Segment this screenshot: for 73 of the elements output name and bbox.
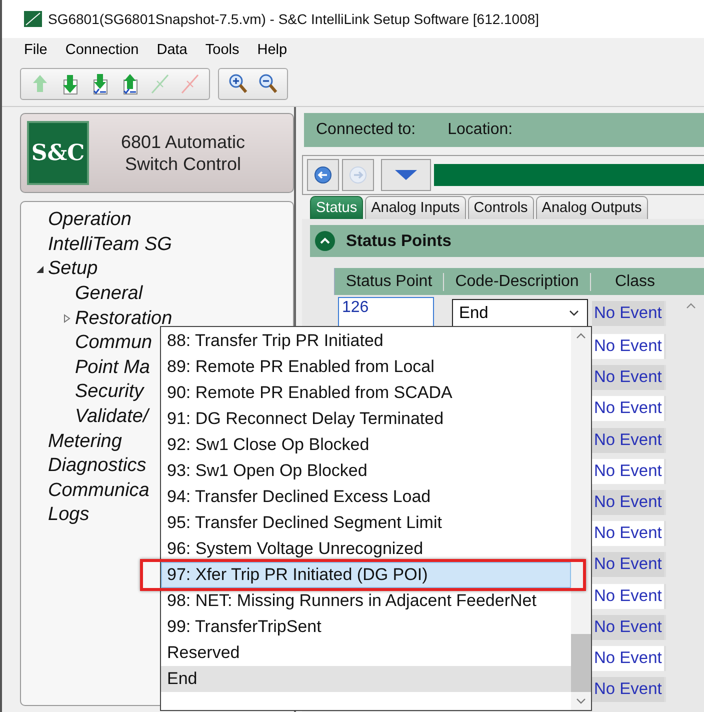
scroll-up-icon[interactable] [576,333,586,339]
code-description-dropdown[interactable]: End [452,299,588,327]
dropdown-option[interactable]: 93: Sw1 Open Op Blocked [161,458,571,484]
class-cell[interactable]: No Event [592,300,666,326]
dropdown-option[interactable]: 96: System Voltage Unrecognized [161,536,571,562]
class-cell[interactable]: No Event [592,614,666,640]
dropdown-option[interactable]: 97: Xfer Trip PR Initiated (DG POI) [161,562,571,588]
nav-item[interactable]: Security [73,381,144,404]
scroll-thumb[interactable] [571,634,591,692]
column-header: Class [614,272,656,290]
nav-item[interactable]: Validate/ [73,406,148,428]
dropdown-option[interactable]: End [161,666,571,692]
nav-item[interactable]: IntelliTeam SG [46,234,172,256]
menu-item[interactable]: Connection [65,42,139,58]
menu-item[interactable]: Tools [205,42,240,58]
collapse-icon[interactable] [314,230,336,252]
section-header[interactable]: Status Points [310,225,704,257]
dropdown-option[interactable]: 92: Sw1 Close Op Blocked [161,432,571,458]
nav-item[interactable]: Point Ma [73,356,150,379]
tab[interactable]: Status [310,196,364,219]
dropdown-option[interactable]: 98: NET: Missing Runners in Adjacent FeederNet [161,588,571,614]
class-cell[interactable]: No Event [592,490,666,516]
menu-item[interactable]: Help [257,42,288,58]
class-cell[interactable]: No Event [592,365,666,390]
triangle-down-icon [394,169,418,181]
dropdown-option[interactable]: 99: TransferTripSent [161,614,571,640]
dropdown-option[interactable]: 88: Transfer Trip PR Initiated [161,328,571,354]
nav-item[interactable]: General [73,283,143,306]
dropdown-option[interactable]: Reserved [161,640,571,666]
column-header: Status Point [335,272,444,290]
company-logo: S&C [27,121,89,185]
scroll-up-icon[interactable] [686,303,696,309]
scrollbar[interactable] [571,327,591,710]
menu-item[interactable]: Data [156,42,188,58]
class-cell[interactable]: No Event [592,584,666,609]
dropdown-option[interactable]: 91: DG Reconnect Delay Terminated [161,406,571,432]
nav-item[interactable]: Setup [46,258,98,280]
app-icon [24,11,42,27]
scroll-down-icon[interactable] [576,698,586,704]
dropdown-option[interactable]: 90: Remote PR Enabled from SCADA [161,380,571,406]
class-cell[interactable]: No Event [592,458,666,484]
tab[interactable]: Analog Inputs [365,196,466,219]
class-cell[interactable]: No Event [592,646,666,671]
nav-item[interactable]: Logs [46,504,90,526]
chevron-icon [569,310,579,316]
nav-item[interactable]: Metering [46,430,122,453]
status-point-field[interactable]: 126 [338,297,434,329]
class-cell[interactable]: No Event [592,677,666,702]
class-cell[interactable]: No Event [592,396,666,422]
nav-item[interactable]: Commun [73,332,152,354]
dropdown-button[interactable] [381,159,431,191]
tab[interactable]: Controls [468,196,534,219]
nav-item[interactable]: Operation [46,209,132,232]
class-cell[interactable]: No Event [592,552,666,578]
column-header: Code-Description [444,272,591,290]
class-cell[interactable]: No Event [592,521,666,546]
nav-item[interactable]: Diagnostics [46,455,146,478]
dropdown-option[interactable]: 89: Remote PR Enabled from Local [161,354,571,380]
expander-icon[interactable] [34,264,46,274]
device-name: 6801 Automatic Switch Control [120,131,246,175]
section-title: Status Points [346,232,452,250]
dropdown-option[interactable]: 95: Transfer Declined Segment Limit [161,510,571,536]
connected-label: Connected to: [316,121,416,139]
class-cell[interactable]: No Event [592,428,666,453]
menu-item[interactable]: File [24,42,48,58]
location-label: Location: [448,121,513,139]
class-cell[interactable]: No Event [592,334,666,360]
dropdown-option[interactable]: 94: Transfer Declined Excess Load [161,484,571,510]
back-button[interactable] [307,159,339,191]
nav-item[interactable]: Communica [46,480,150,502]
window-title: SG6801(SG6801Snapshot-7.5.vm) - S&C IntelliLink Setup Software [612.1008] [48,11,540,27]
nav-item[interactable]: Restoration [73,308,172,330]
tab[interactable]: Analog Outputs [536,196,648,219]
